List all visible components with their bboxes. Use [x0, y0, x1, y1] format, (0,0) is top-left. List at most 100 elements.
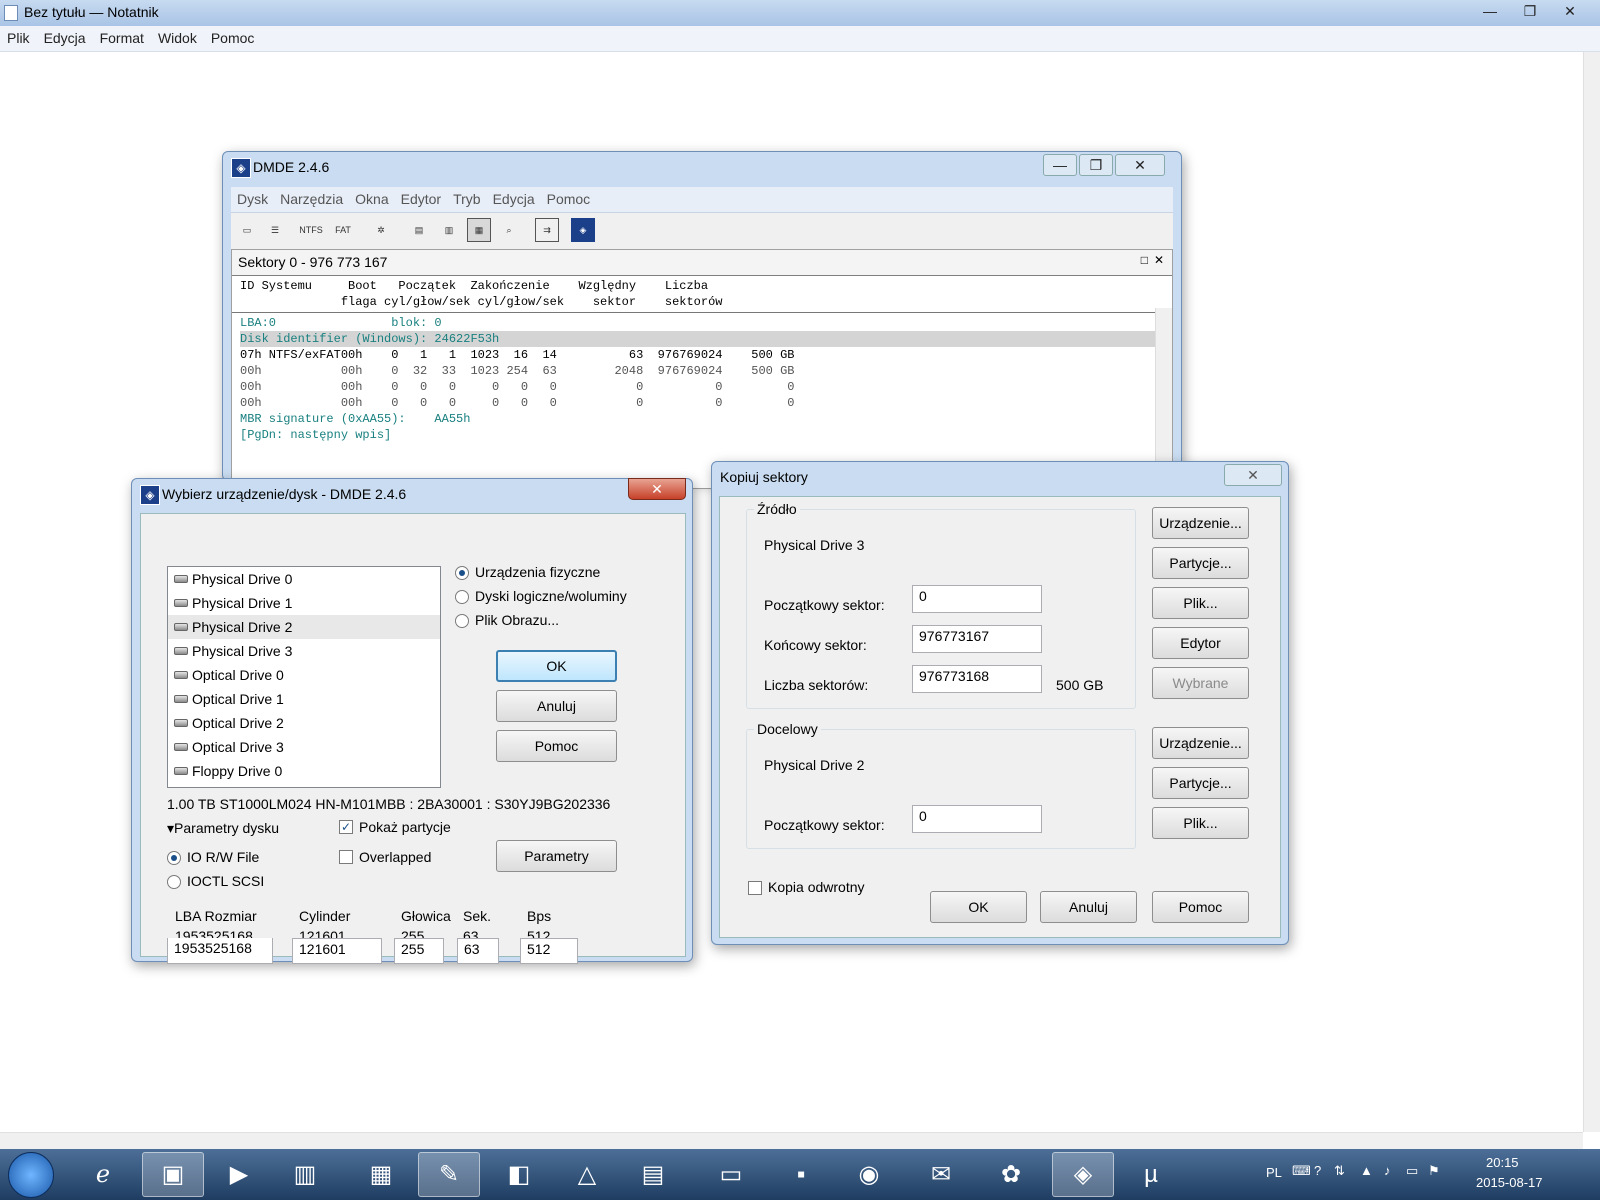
radio-logical[interactable]: [455, 590, 469, 604]
end-sector-input[interactable]: 976773167: [912, 625, 1042, 653]
menu-widok[interactable]: Widok: [151, 26, 204, 50]
partition-row-1[interactable]: 07h NTFS/exFAT00h 0 1 1 1023 16 14 63 97…: [240, 347, 1164, 363]
dmde-menu-dysk[interactable]: Dysk: [231, 187, 274, 211]
network-icon[interactable]: ⇅: [1334, 1163, 1345, 1179]
calculator-icon[interactable]: ▦: [350, 1152, 412, 1197]
radio-image[interactable]: [455, 614, 469, 628]
list-view-icon[interactable]: ▤: [407, 218, 431, 242]
winrar-icon[interactable]: ▤: [622, 1152, 684, 1197]
office-icon[interactable]: ◧: [488, 1152, 550, 1197]
disk-icon[interactable]: ▭: [235, 218, 259, 242]
menu-pomoc[interactable]: Pomoc: [204, 26, 262, 50]
drive-list-item[interactable]: Optical Drive 0: [168, 663, 440, 687]
target-start-input[interactable]: 0: [912, 805, 1042, 833]
source-file-button[interactable]: Plik...: [1152, 587, 1249, 619]
bps-input[interactable]: 512: [520, 938, 578, 964]
editor-button[interactable]: Edytor: [1152, 627, 1249, 659]
clock-date[interactable]: 2015-08-17: [1476, 1175, 1543, 1190]
parameters-button[interactable]: Parametry: [496, 840, 617, 872]
sector-view-icon[interactable]: ▦: [467, 218, 491, 242]
show-partitions-checkbox[interactable]: ✓: [339, 820, 353, 834]
dmde-logo-button-icon[interactable]: ◈: [571, 218, 595, 242]
ok-button[interactable]: OK: [496, 650, 617, 682]
partition-row-3[interactable]: 00h 00h 0 0 0 0 0 0 0 0 0: [240, 379, 1164, 395]
drive-list-item[interactable]: Optical Drive 2: [168, 711, 440, 735]
drive-list-item[interactable]: Physical Drive 2: [168, 615, 440, 639]
file-explorer-icon[interactable]: ▣: [142, 1152, 204, 1197]
sek-input[interactable]: 63: [457, 938, 499, 964]
keyboard-icon[interactable]: ⌨: [1292, 1163, 1311, 1179]
mail-icon[interactable]: ✉: [910, 1152, 972, 1197]
drive-list-item[interactable]: Physical Drive 1: [168, 591, 440, 615]
dmde-menu-tryb[interactable]: Tryb: [447, 187, 486, 211]
vlc-icon[interactable]: △: [556, 1152, 618, 1197]
maximize-button[interactable]: ❐: [1510, 0, 1550, 22]
target-partitions-button[interactable]: Partycje...: [1152, 767, 1249, 799]
flag-icon[interactable]: ⚑: [1428, 1163, 1440, 1179]
menu-format[interactable]: Format: [93, 26, 151, 50]
disk-params-toggle[interactable]: ▾Parametry dysku: [167, 820, 279, 837]
copy-cancel-button[interactable]: Anuluj: [1040, 891, 1137, 923]
notepad-horizontal-scrollbar[interactable]: [0, 1132, 1583, 1149]
drive-list-item[interactable]: Floppy Drive 0: [168, 759, 440, 783]
remote-desktop-icon[interactable]: ▥: [274, 1152, 336, 1197]
paint-icon[interactable]: ✿: [980, 1152, 1042, 1197]
clock-time[interactable]: 20:15: [1486, 1155, 1519, 1170]
dmde-maximize-button[interactable]: ❐: [1079, 154, 1113, 176]
monitor-icon[interactable]: ▭: [700, 1152, 762, 1197]
dmde-menu-okna[interactable]: Okna: [349, 187, 394, 211]
dmde-menu-edycja[interactable]: Edycja: [487, 187, 541, 211]
dmde-menu-edytor[interactable]: Edytor: [395, 187, 447, 211]
volume-icon[interactable]: ♪: [1384, 1163, 1391, 1178]
sector-count-input[interactable]: 976773168: [912, 665, 1042, 693]
notepad-taskbar-icon[interactable]: ✎: [418, 1152, 480, 1197]
language-indicator[interactable]: PL: [1266, 1165, 1282, 1180]
source-partitions-button[interactable]: Partycje...: [1152, 547, 1249, 579]
fat-scan-button[interactable]: FAT: [331, 218, 355, 242]
panel-maximize-icon[interactable]: □: [1141, 253, 1148, 267]
drive-list-item[interactable]: Optical Drive 3: [168, 735, 440, 759]
settings-icon[interactable]: ✲: [369, 218, 393, 242]
show-hidden-icons-icon[interactable]: ▲: [1360, 1163, 1373, 1178]
sectors-content[interactable]: LBA:0 blok: 0 Disk identifier (Windows):…: [232, 313, 1172, 445]
drive-list[interactable]: Physical Drive 0 Physical Drive 1 Physical…: [167, 566, 441, 788]
menu-edycja[interactable]: Edycja: [37, 26, 93, 50]
help-icon[interactable]: ?: [1314, 1163, 1321, 1178]
minimize-button[interactable]: —: [1470, 0, 1510, 22]
utorrent-icon[interactable]: µ: [1120, 1152, 1182, 1197]
target-file-button[interactable]: Plik...: [1152, 807, 1249, 839]
radio-ioctl[interactable]: [167, 875, 181, 889]
panel-close-icon[interactable]: ✕: [1154, 253, 1164, 267]
dmde-taskbar-icon[interactable]: ◈: [1052, 1152, 1114, 1197]
reverse-copy-checkbox[interactable]: [748, 881, 762, 895]
help-button[interactable]: Pomoc: [496, 730, 617, 762]
display-icon[interactable]: ▭: [1406, 1163, 1418, 1179]
partition-row-2[interactable]: 00h 00h 0 32 33 1023 254 63 2048 9767690…: [240, 363, 1164, 379]
drive-list-item[interactable]: Physical Drive 0: [168, 567, 440, 591]
dialog-close-button[interactable]: ✕: [628, 478, 686, 500]
save-disk-icon[interactable]: ▪: [770, 1152, 832, 1197]
cancel-button[interactable]: Anuluj: [496, 690, 617, 722]
overlapped-checkbox[interactable]: [339, 850, 353, 864]
start-button[interactable]: [8, 1152, 54, 1198]
close-button[interactable]: ✕: [1550, 0, 1590, 22]
internet-explorer-icon[interactable]: ℯ: [72, 1152, 134, 1197]
radio-physical[interactable]: [455, 566, 469, 580]
firefox-icon[interactable]: ◉: [838, 1152, 900, 1197]
menu-plik[interactable]: Plik: [0, 26, 37, 50]
dmde-menu-narzedzia[interactable]: Narzędzia: [274, 187, 349, 211]
drive-list-item[interactable]: Optical Drive 1: [168, 687, 440, 711]
selected-button[interactable]: Wybrane: [1152, 667, 1249, 699]
lba-input[interactable]: 1953525168: [167, 938, 273, 964]
cylinder-input[interactable]: 121601: [292, 938, 382, 964]
ntfs-scan-button[interactable]: NTFS: [299, 218, 323, 242]
notepad-vertical-scrollbar[interactable]: [1583, 52, 1600, 1132]
source-device-button[interactable]: Urządzenie...: [1152, 507, 1249, 539]
radio-io-rw[interactable]: [167, 851, 181, 865]
partitions-icon[interactable]: ☰: [263, 218, 287, 242]
start-sector-input[interactable]: 0: [912, 585, 1042, 613]
target-device-button[interactable]: Urządzenie...: [1152, 727, 1249, 759]
drive-list-item[interactable]: Physical Drive 3: [168, 639, 440, 663]
dmde-close-button[interactable]: ✕: [1115, 154, 1165, 176]
details-view-icon[interactable]: ▥: [437, 218, 461, 242]
